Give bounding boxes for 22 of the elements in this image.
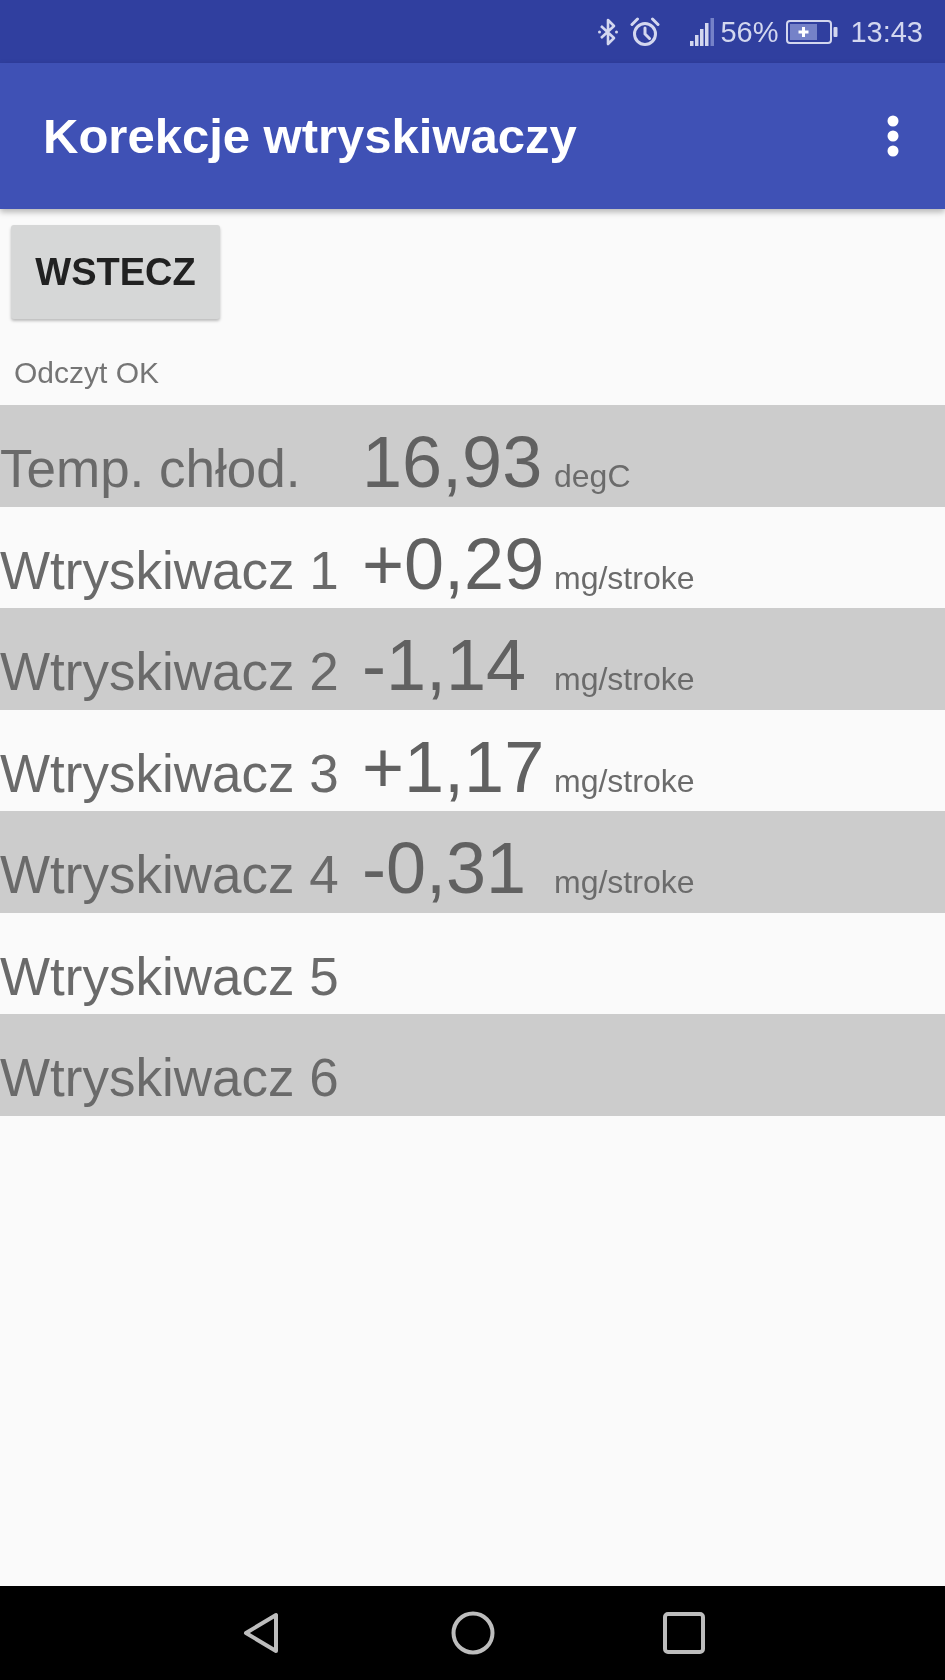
reading-value: 16,93 [362,426,544,498]
signal-icon [690,17,715,46]
back-button[interactable]: WSTECZ [11,225,220,319]
reading-unit: mg/stroke [554,764,695,797]
battery-percent: 56% [720,14,779,49]
clock-time: 13:43 [850,14,923,49]
reading-value: -1,14 [362,629,528,701]
status-message: Odczyt OK [14,356,160,390]
home-circle-icon[interactable] [450,1611,495,1655]
reading-value: +1,17 [362,730,546,803]
reading-value: -0,31 [362,832,528,904]
app-title: Korekcje wtryskiwaczy [43,108,578,165]
battery-charging-icon [786,19,839,44]
reading-unit: mg/stroke [554,561,695,594]
alarm-clock-icon [630,16,661,47]
reading-unit: mg/stroke [554,866,695,898]
reading-unit: mg/stroke [554,663,695,695]
bluetooth-icon [598,16,619,47]
reading-unit: degC [554,460,631,492]
more-options-icon[interactable] [887,115,899,157]
recents-square-icon[interactable] [661,1611,706,1655]
reading-value: +0,29 [362,527,546,600]
